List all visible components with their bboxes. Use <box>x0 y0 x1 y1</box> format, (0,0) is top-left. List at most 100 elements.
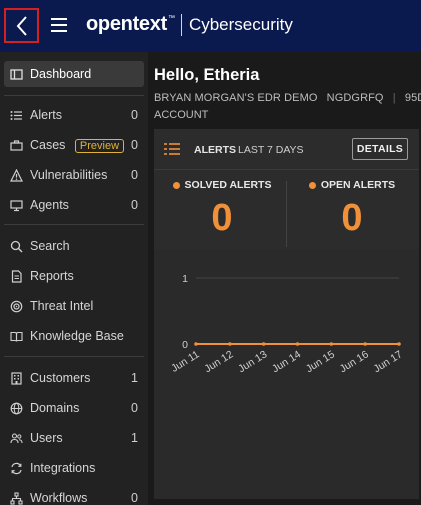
sidebar-item-reports[interactable]: Reports <box>4 263 144 289</box>
users-count: 1 <box>131 431 138 445</box>
x-tick-label: Jun 17 <box>371 348 404 375</box>
account-name-continued: ACCOUNT <box>154 109 209 121</box>
sidebar-divider <box>4 356 144 357</box>
sidebar-item-agents[interactable]: Agents 0 <box>4 192 144 218</box>
brand-name: opentext <box>86 13 167 35</box>
brand-logo[interactable]: opentext ™ Cybersecurity <box>86 13 293 36</box>
main-content: Hello, Etheria BRYAN MORGAN'S EDR DEMO N… <box>148 52 421 505</box>
workflow-icon <box>8 490 24 505</box>
sidebar: Dashboard Alerts 0 Cases Preview 0 Vulne… <box>0 52 148 505</box>
account-code: NGDGRFQ <box>326 92 384 104</box>
chevron-left-icon <box>16 15 27 36</box>
list-icon <box>8 107 24 123</box>
cases-count: 0 <box>131 138 138 152</box>
search-icon <box>8 238 24 254</box>
alerts-card-title: ALERTS <box>194 144 236 156</box>
domains-count: 0 <box>131 401 138 415</box>
account-code-secondary: 95D2 <box>404 92 421 104</box>
solved-alerts-text: SOLVED ALERTS <box>184 179 272 191</box>
sidebar-item-integrations[interactable]: Integrations <box>4 455 144 481</box>
sidebar-item-alerts[interactable]: Alerts 0 <box>4 102 144 128</box>
list-icon <box>164 143 180 155</box>
sidebar-item-label: Vulnerabilities <box>30 168 108 182</box>
workflows-count: 0 <box>131 491 138 505</box>
briefcase-icon <box>8 137 24 153</box>
y-tick-label: 1 <box>182 273 188 285</box>
back-button[interactable] <box>4 8 39 43</box>
x-tick-label: Jun 16 <box>338 348 371 375</box>
data-point <box>194 342 198 346</box>
orange-dot-icon <box>172 181 180 189</box>
sidebar-item-label: Threat Intel <box>30 299 94 313</box>
data-point <box>261 342 266 346</box>
sidebar-item-knowledge-base[interactable]: Knowledge Base <box>4 323 144 349</box>
sidebar-divider <box>4 224 144 225</box>
cases-label: Cases <box>30 137 66 152</box>
sidebar-item-users[interactable]: Users 1 <box>4 425 144 451</box>
y-tick-label: 0 <box>182 339 188 351</box>
alerts-date-range: LAST 7 DAYS <box>238 144 304 156</box>
sidebar-item-label: Integrations <box>30 461 96 475</box>
open-alerts-stat: OPEN ALERTS 0 <box>292 179 412 240</box>
solved-alerts-label: SOLVED ALERTS <box>162 179 282 191</box>
data-point <box>295 342 300 346</box>
brand-product: Cybersecurity <box>188 14 293 34</box>
hamburger-menu-icon[interactable] <box>50 16 68 34</box>
x-tick-label: Jun 12 <box>202 348 235 375</box>
sidebar-item-customers[interactable]: Customers 1 <box>4 365 144 391</box>
sidebar-item-search[interactable]: Search <box>4 233 144 259</box>
target-icon <box>8 298 24 314</box>
account-separator: | <box>392 92 396 104</box>
sidebar-item-label: Users <box>30 431 63 445</box>
sidebar-item-label: Domains <box>30 401 80 415</box>
x-tick-label: Jun 14 <box>270 348 303 375</box>
sidebar-item-label: Workflows <box>30 491 88 505</box>
sidebar-item-domains[interactable]: Domains 0 <box>4 395 144 421</box>
open-alerts-value: 0 <box>341 197 363 239</box>
data-point <box>228 342 232 346</box>
vulnerabilities-count: 0 <box>131 168 138 182</box>
sidebar-divider <box>4 95 144 96</box>
alerts-chart: 0 1 Jun 11 Jun 12 Jun 13 Jun 14 Jun 15 Jun 16 Ju… <box>154 249 419 499</box>
sync-icon <box>8 460 24 476</box>
open-alerts-label: OPEN ALERTS <box>292 179 412 191</box>
customers-count: 1 <box>131 371 138 385</box>
alerts-card: ALERTS LAST 7 DAYS DETAILS SOLVED ALERTS… <box>154 129 419 499</box>
alerts-count: 0 <box>131 108 138 122</box>
orange-dot-icon <box>308 181 316 189</box>
building-icon <box>8 370 24 386</box>
open-alerts-text: OPEN ALERTS <box>320 179 396 191</box>
sidebar-item-label: Cases Preview <box>30 138 144 153</box>
warning-icon <box>8 167 24 183</box>
data-point <box>397 342 401 346</box>
details-button[interactable]: DETAILS <box>352 138 408 160</box>
preview-badge: Preview <box>74 138 125 153</box>
account-name: BRYAN MORGAN'S EDR DEMO <box>154 92 318 104</box>
sidebar-item-label: Customers <box>30 371 91 385</box>
sidebar-item-vulnerabilities[interactable]: Vulnerabilities 0 <box>4 162 144 188</box>
sidebar-item-cases[interactable]: Cases Preview 0 <box>4 132 144 158</box>
book-icon <box>8 328 24 344</box>
alerts-line-chart: 0 1 Jun 11 Jun 12 Jun 13 Jun 14 Jun 15 Jun 16 Ju… <box>169 273 405 375</box>
sidebar-item-dashboard[interactable]: Dashboard <box>4 61 144 87</box>
card-divider <box>154 169 419 170</box>
data-point <box>329 342 334 346</box>
users-icon <box>8 430 24 446</box>
sidebar-item-label: Agents <box>30 198 69 212</box>
x-tick-label: Jun 13 <box>236 348 269 375</box>
alerts-card-header: ALERTS LAST 7 DAYS DETAILS <box>154 129 419 169</box>
stat-divider <box>286 181 287 247</box>
monitor-icon <box>8 197 24 213</box>
trademark-mark: ™ <box>167 15 175 22</box>
sidebar-item-label: Alerts <box>30 108 62 122</box>
sidebar-item-label: Knowledge Base <box>30 329 124 343</box>
x-tick-label: Jun 11 <box>169 348 202 375</box>
page-title: Hello, Etheria <box>154 66 260 84</box>
sidebar-item-workflows[interactable]: Workflows 0 <box>4 485 144 505</box>
top-bar: opentext ™ Cybersecurity <box>0 0 421 52</box>
solved-alerts-stat: SOLVED ALERTS 0 <box>162 179 282 240</box>
agents-count: 0 <box>131 198 138 212</box>
sidebar-item-threat-intel[interactable]: Threat Intel <box>4 293 144 319</box>
sidebar-item-label: Reports <box>30 269 74 283</box>
sidebar-item-label: Dashboard <box>30 67 92 81</box>
